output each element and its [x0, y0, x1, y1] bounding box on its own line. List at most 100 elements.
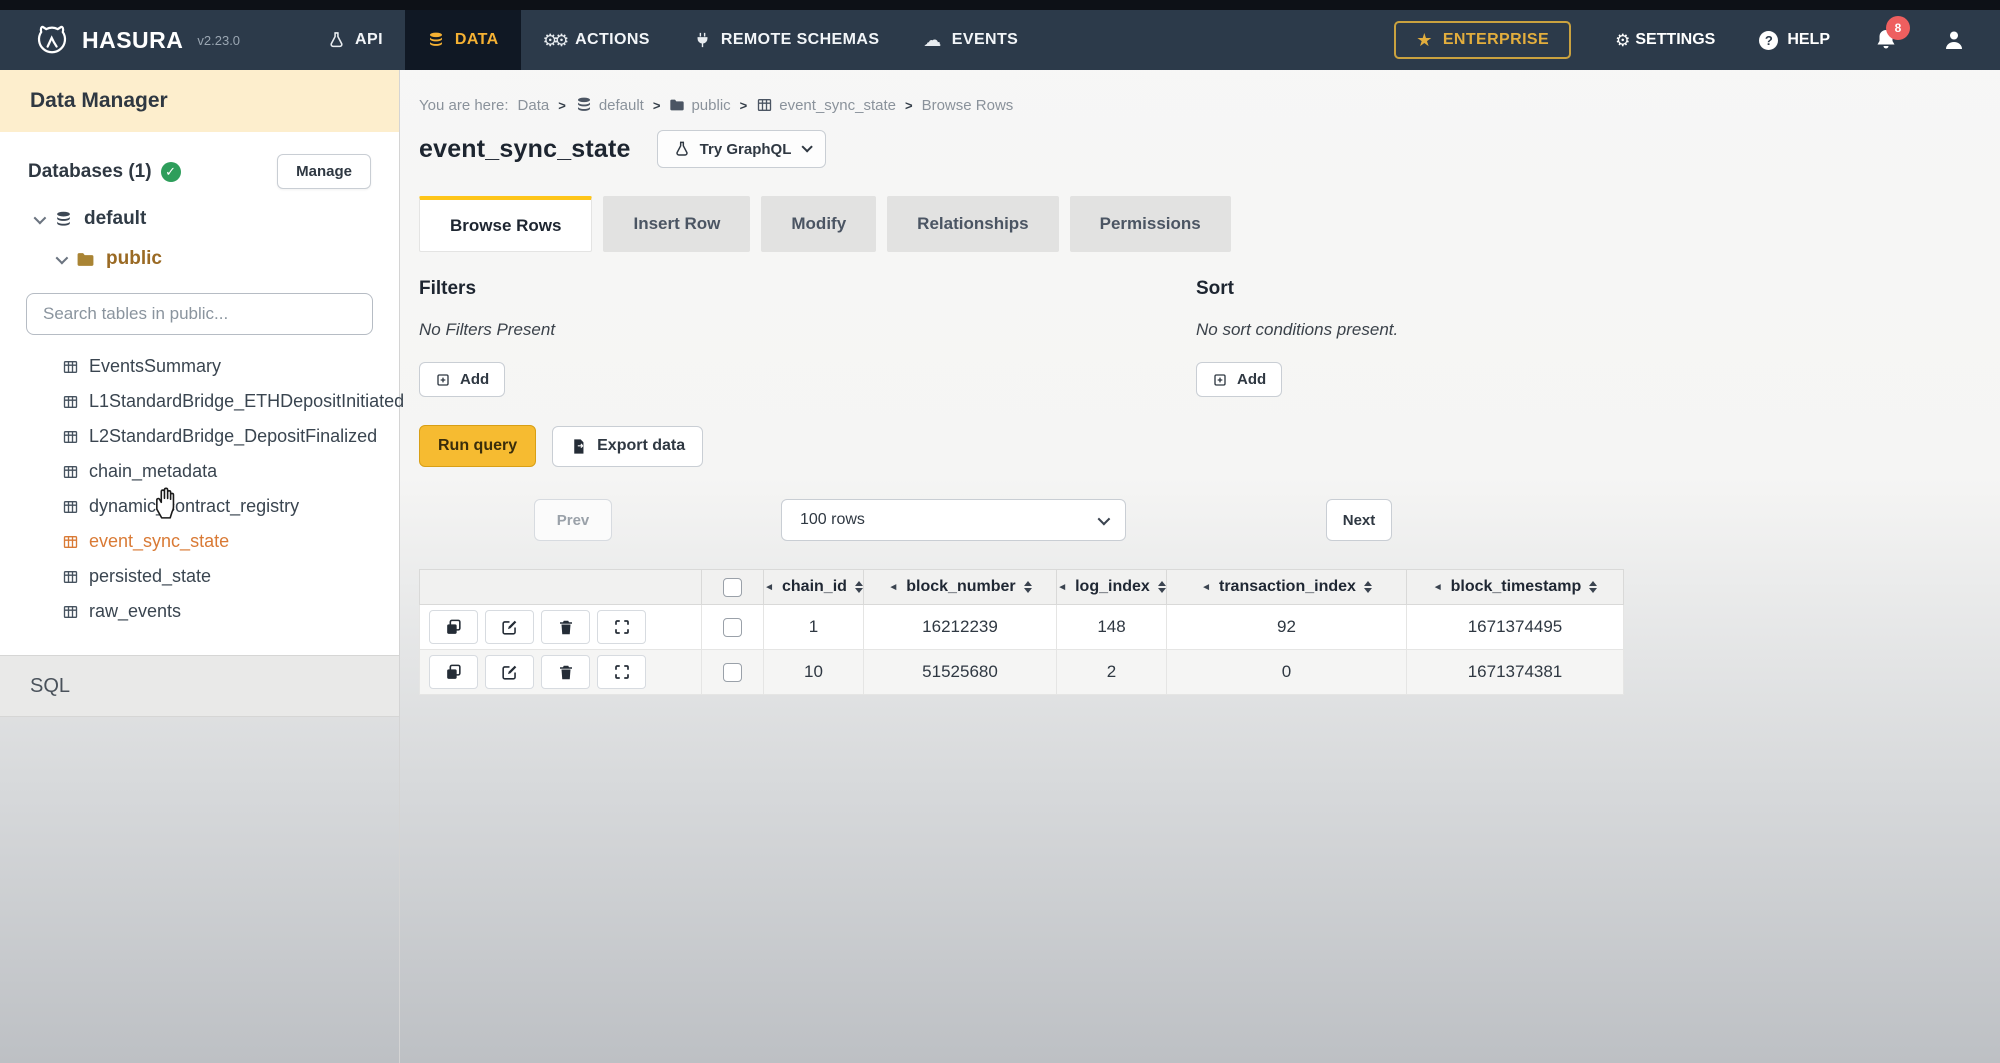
export-data-label: Export data — [597, 437, 685, 455]
nav-item-label: DATA — [455, 31, 499, 49]
column-header-transaction_index: ◄transaction_index — [1167, 570, 1407, 605]
pagination: Prev 100 rows Next — [419, 499, 2000, 543]
row-expand-button[interactable] — [597, 655, 646, 689]
column-sort-control[interactable]: ◄log_index — [1057, 578, 1166, 596]
user-menu-button[interactable] — [1942, 28, 1966, 52]
sidebar-item-schema-public[interactable]: public — [0, 239, 399, 279]
expand-icon — [613, 663, 631, 681]
sidebar-item-table-raw_events[interactable]: raw_events — [0, 594, 399, 629]
add-sort-label: Add — [1237, 371, 1266, 388]
add-sort-button[interactable]: Add — [1196, 362, 1282, 397]
row-edit-button[interactable] — [485, 610, 534, 644]
sidebar-item-database-default[interactable]: default — [0, 199, 399, 239]
collapse-column-icon: ◄ — [888, 582, 898, 593]
prev-page-button[interactable]: Prev — [534, 499, 612, 541]
row-trash-button[interactable] — [541, 610, 590, 644]
select-all-checkbox[interactable] — [723, 578, 742, 597]
nav-item-label: API — [355, 31, 383, 49]
collapse-column-icon: ◄ — [1433, 582, 1443, 593]
folder-icon — [76, 250, 95, 269]
settings-button[interactable]: ⚙ SETTINGS — [1615, 31, 1715, 49]
user-icon — [1942, 28, 1966, 52]
sort-icon — [855, 581, 863, 593]
sidebar-item-table-persisted_state[interactable]: persisted_state — [0, 559, 399, 594]
nav-item-data[interactable]: DATA — [405, 10, 521, 70]
export-data-button[interactable]: Export data — [552, 426, 703, 467]
page-size-select[interactable]: 100 rows — [781, 499, 1126, 541]
gears-icon: ⚙⚙ — [543, 32, 565, 49]
run-query-button[interactable]: Run query — [419, 425, 536, 467]
breadcrumb: You are here: Data>default>public>event_… — [419, 96, 2000, 114]
search-input[interactable] — [26, 293, 373, 335]
sidebar-item-table-dynamic_contract_registry[interactable]: dynamic_contract_registry — [0, 489, 399, 524]
nav-item-events[interactable]: ☁EVENTS — [901, 10, 1040, 70]
table-cell: 92 — [1167, 605, 1407, 650]
expand-icon — [613, 618, 631, 636]
column-header-log_index: ◄log_index — [1057, 570, 1167, 605]
nav-item-api[interactable]: API — [306, 10, 405, 70]
add-filter-button[interactable]: Add — [419, 362, 505, 397]
sidebar-item-table-EventsSummary[interactable]: EventsSummary — [0, 349, 399, 384]
row-copy-button[interactable] — [429, 610, 478, 644]
chevron-down-icon — [56, 251, 69, 264]
notifications-button[interactable]: 8 — [1874, 28, 1898, 52]
sidebar-item-table-chain_metadata[interactable]: chain_metadata — [0, 454, 399, 489]
breadcrumb-item-data[interactable]: Data — [518, 97, 550, 114]
tab-modify[interactable]: Modify — [761, 196, 876, 252]
sidebar-item-table-L1StandardBridge_ETHDepositInitiated[interactable]: L1StandardBridge_ETHDepositInitiated — [0, 384, 399, 419]
tab-label: Permissions — [1100, 214, 1201, 234]
tab-relationships[interactable]: Relationships — [887, 196, 1058, 252]
column-sort-control[interactable]: ◄ block_timestamp — [1407, 578, 1623, 596]
enterprise-button[interactable]: ★ ENTERPRISE — [1394, 21, 1571, 59]
breadcrumb-item-public[interactable]: public — [669, 97, 730, 114]
trash-icon — [557, 618, 575, 637]
plus-square-icon — [1212, 372, 1228, 388]
column-name: transaction_index — [1219, 578, 1356, 596]
sidebar: Data Manager Databases (1) Manage defaul… — [0, 70, 400, 1063]
table-cell: 0 — [1167, 650, 1407, 695]
select-all-header — [702, 570, 764, 605]
row-select-cell — [702, 605, 764, 650]
tab-label: Modify — [791, 214, 846, 234]
row-copy-button[interactable] — [429, 655, 478, 689]
tab-insert-row[interactable]: Insert Row — [603, 196, 750, 252]
breadcrumb-label: event_sync_state — [779, 97, 896, 114]
table-header: ◄chain_id◄block_number◄log_index◄transac… — [420, 570, 1624, 605]
breadcrumb-item-event_sync_state[interactable]: event_sync_state — [756, 97, 896, 114]
tab-browse-rows[interactable]: Browse Rows — [419, 196, 592, 252]
nav-item-remote-schemas[interactable]: REMOTE SCHEMAS — [672, 10, 902, 70]
table-cell: 2 — [1057, 650, 1167, 695]
breadcrumb-item-default[interactable]: default — [575, 96, 644, 114]
manage-button[interactable]: Manage — [277, 154, 371, 189]
try-graphql-button[interactable]: Try GraphQL — [657, 130, 827, 168]
hasura-logo-link[interactable]: HASURA v2.23.0 — [34, 22, 240, 58]
column-name: block_timestamp — [1451, 578, 1582, 596]
sidebar-item-table-event_sync_state[interactable]: event_sync_state — [0, 524, 399, 559]
flask-icon — [674, 140, 690, 158]
breadcrumb-label: public — [691, 97, 730, 114]
sidebar-item-sql[interactable]: SQL — [0, 655, 399, 717]
tab-label: Browse Rows — [450, 216, 561, 236]
row-edit-button[interactable] — [485, 655, 534, 689]
sort-title: Sort — [1196, 278, 1398, 300]
row-checkbox[interactable] — [723, 618, 742, 637]
column-header-chain_id: ◄chain_id — [764, 570, 864, 605]
column-name: chain_id — [782, 578, 847, 596]
table-name-label: L2StandardBridge_DepositFinalized — [89, 426, 377, 447]
try-graphql-label: Try GraphQL — [700, 141, 792, 158]
breadcrumb-separator: > — [905, 98, 913, 113]
column-sort-control[interactable]: ◄block_number — [864, 578, 1056, 596]
column-sort-control[interactable]: ◄chain_id — [764, 578, 863, 596]
tab-permissions[interactable]: Permissions — [1070, 196, 1231, 252]
row-trash-button[interactable] — [541, 655, 590, 689]
nav-item-actions[interactable]: ⚙⚙ACTIONS — [521, 10, 672, 70]
next-page-button[interactable]: Next — [1326, 499, 1392, 541]
column-sort-control[interactable]: ◄transaction_index — [1167, 578, 1406, 596]
row-checkbox[interactable] — [723, 663, 742, 682]
breadcrumb-prefix: You are here: — [419, 97, 509, 114]
star-icon: ★ — [1416, 31, 1433, 49]
help-button[interactable]: ? HELP — [1759, 31, 1830, 50]
table-name-label: dynamic_contract_registry — [89, 496, 299, 517]
sidebar-item-table-L2StandardBridge_DepositFinalized[interactable]: L2StandardBridge_DepositFinalized — [0, 419, 399, 454]
row-expand-button[interactable] — [597, 610, 646, 644]
